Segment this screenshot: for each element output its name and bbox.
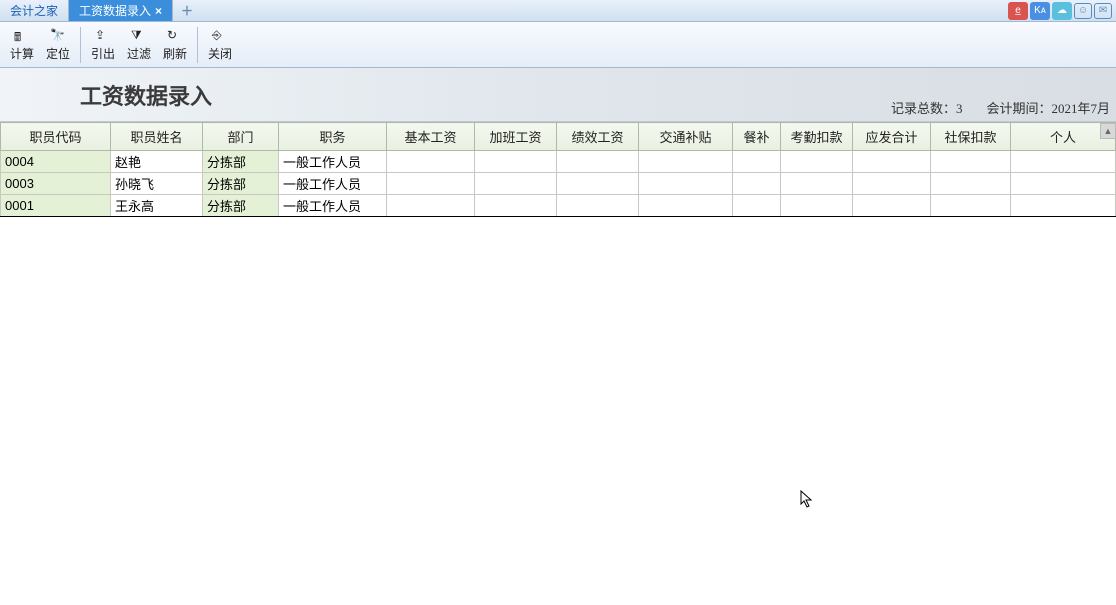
col-base[interactable]: 基本工资 [387, 123, 475, 151]
col-code[interactable]: 职员代码 [1, 123, 111, 151]
close-label: 关闭 [208, 45, 232, 62]
tab-salary-entry[interactable]: 工资数据录入 × [69, 0, 173, 21]
filter-label: 过滤 [127, 45, 151, 62]
col-dept[interactable]: 部门 [203, 123, 279, 151]
cell[interactable] [557, 151, 639, 173]
toolbar: 🖩 计算 🔭 定位 ⇪ 引出 ⧩ 过滤 ↻ 刷新 ⎆ 关闭 [0, 22, 1116, 68]
data-grid: 职员代码 职员姓名 部门 职务 基本工资 加班工资 绩效工资 交通补贴 餐补 考… [0, 122, 1116, 217]
cell[interactable] [781, 151, 853, 173]
export-label: 引出 [91, 45, 115, 62]
cell[interactable] [931, 173, 1011, 195]
page-title: 工资数据录入 [80, 79, 212, 111]
cell[interactable] [639, 195, 733, 217]
record-count: 记录总数：3 [891, 98, 963, 117]
cell[interactable] [1011, 195, 1116, 217]
cell[interactable]: 分拣部 [203, 173, 279, 195]
cell[interactable] [931, 151, 1011, 173]
cell[interactable] [853, 173, 931, 195]
tab-bar: 会计之家 工资数据录入 × ＋ e̲ Kᴀ ☁ ☺ ✉ [0, 0, 1116, 22]
col-name[interactable]: 职员姓名 [111, 123, 203, 151]
cell[interactable]: 0003 [1, 173, 111, 195]
tab-add-button[interactable]: ＋ [173, 0, 201, 21]
cell[interactable] [557, 173, 639, 195]
funnel-icon: ⧩ [131, 28, 147, 44]
cell[interactable] [557, 195, 639, 217]
system-tray: e̲ Kᴀ ☁ ☺ ✉ [1008, 0, 1112, 21]
refresh-button[interactable]: ↻ 刷新 [157, 24, 193, 66]
table-row[interactable]: 0004赵艳分拣部一般工作人员 [1, 151, 1116, 173]
mouse-pointer-icon [800, 490, 814, 508]
scroll-up-button[interactable]: ▲ [1100, 123, 1116, 139]
tray-icon-e[interactable]: e̲ [1008, 2, 1028, 20]
cell[interactable]: 赵艳 [111, 151, 203, 173]
cell[interactable] [781, 173, 853, 195]
tray-icon-chat[interactable]: ✉ [1094, 3, 1112, 19]
tray-icon-ka[interactable]: Kᴀ [1030, 2, 1050, 20]
col-job[interactable]: 职务 [279, 123, 387, 151]
cell[interactable] [931, 195, 1011, 217]
cell[interactable]: 王永高 [111, 195, 203, 217]
cell[interactable] [733, 195, 781, 217]
toolbar-separator [80, 27, 81, 63]
refresh-icon: ↻ [167, 28, 183, 44]
table-end-rule [0, 216, 1116, 217]
filter-button[interactable]: ⧩ 过滤 [121, 24, 157, 66]
cell[interactable] [387, 173, 475, 195]
banner: 工资数据录入 记录总数：3 会计期间：2021年7月 [0, 68, 1116, 122]
export-button[interactable]: ⇪ 引出 [85, 24, 121, 66]
tray-icon-cloud[interactable]: ☁ [1052, 2, 1072, 20]
cell[interactable] [733, 151, 781, 173]
cell[interactable] [475, 151, 557, 173]
col-meal[interactable]: 餐补 [733, 123, 781, 151]
calc-button[interactable]: 🖩 计算 [4, 24, 40, 66]
cell[interactable]: 一般工作人员 [279, 173, 387, 195]
col-perf[interactable]: 绩效工资 [557, 123, 639, 151]
binoculars-icon: 🔭 [50, 28, 66, 44]
cell[interactable] [387, 151, 475, 173]
cell[interactable] [639, 173, 733, 195]
cell[interactable]: 0004 [1, 151, 111, 173]
toolbar-separator [197, 27, 198, 63]
col-gross[interactable]: 应发合计 [853, 123, 931, 151]
table-header-row: 职员代码 职员姓名 部门 职务 基本工资 加班工资 绩效工资 交通补贴 餐补 考… [1, 123, 1116, 151]
tab-home[interactable]: 会计之家 [0, 0, 69, 21]
cell[interactable] [639, 151, 733, 173]
col-ss[interactable]: 社保扣款 [931, 123, 1011, 151]
table-row[interactable]: 0003孙晓飞分拣部一般工作人员 [1, 173, 1116, 195]
cell[interactable]: 一般工作人员 [279, 151, 387, 173]
door-icon: ⎆ [212, 28, 228, 44]
locate-label: 定位 [46, 45, 70, 62]
export-icon: ⇪ [95, 28, 111, 44]
table-row[interactable]: 0001王永高分拣部一般工作人员 [1, 195, 1116, 217]
col-trans[interactable]: 交通补贴 [639, 123, 733, 151]
tab-salary-entry-label: 工资数据录入 [79, 2, 151, 19]
cell[interactable] [853, 151, 931, 173]
cell[interactable]: 一般工作人员 [279, 195, 387, 217]
col-attend[interactable]: 考勤扣款 [781, 123, 853, 151]
cell[interactable]: 分拣部 [203, 151, 279, 173]
accounting-period: 会计期间：2021年7月 [986, 98, 1110, 117]
cell[interactable] [1011, 173, 1116, 195]
cell[interactable]: 分拣部 [203, 195, 279, 217]
cell[interactable] [781, 195, 853, 217]
calc-icon: 🖩 [14, 28, 30, 44]
locate-button[interactable]: 🔭 定位 [40, 24, 76, 66]
cell[interactable] [853, 195, 931, 217]
tray-icon-smile[interactable]: ☺ [1074, 3, 1092, 19]
close-button[interactable]: ⎆ 关闭 [202, 24, 238, 66]
refresh-label: 刷新 [163, 45, 187, 62]
cell[interactable] [475, 173, 557, 195]
salary-table[interactable]: 职员代码 职员姓名 部门 职务 基本工资 加班工资 绩效工资 交通补贴 餐补 考… [0, 122, 1116, 217]
cell[interactable]: 0001 [1, 195, 111, 217]
cell[interactable] [475, 195, 557, 217]
cell[interactable] [733, 173, 781, 195]
calc-label: 计算 [10, 45, 34, 62]
cell[interactable] [387, 195, 475, 217]
col-ot[interactable]: 加班工资 [475, 123, 557, 151]
cell[interactable] [1011, 151, 1116, 173]
cell[interactable]: 孙晓飞 [111, 173, 203, 195]
close-icon[interactable]: × [155, 4, 162, 18]
tab-home-label: 会计之家 [10, 2, 58, 19]
banner-meta: 记录总数：3 会计期间：2021年7月 [891, 98, 1110, 117]
